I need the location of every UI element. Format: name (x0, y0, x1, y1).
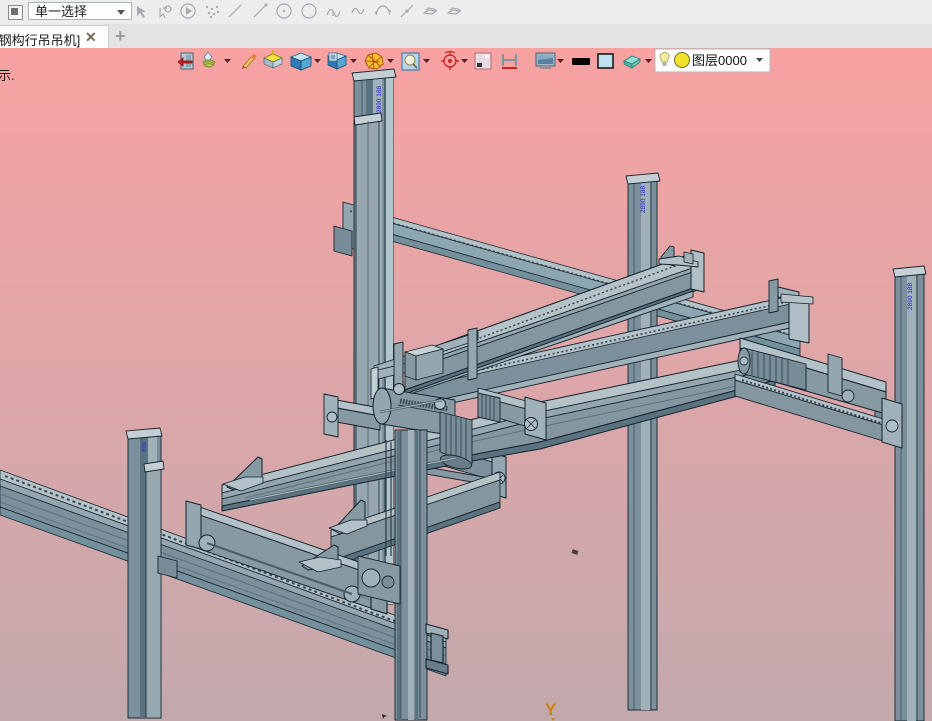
svg-text:2890 188: 2890 188 (907, 283, 914, 310)
svg-text:Y: Y (545, 700, 557, 719)
svg-text:示.: 示. (0, 68, 15, 83)
svg-text:890: 890 (142, 441, 148, 452)
svg-text:2890 188: 2890 188 (376, 86, 383, 113)
svg-text:2890 188: 2890 188 (640, 186, 647, 213)
svg-text:图层0000: 图层0000 (692, 53, 747, 68)
